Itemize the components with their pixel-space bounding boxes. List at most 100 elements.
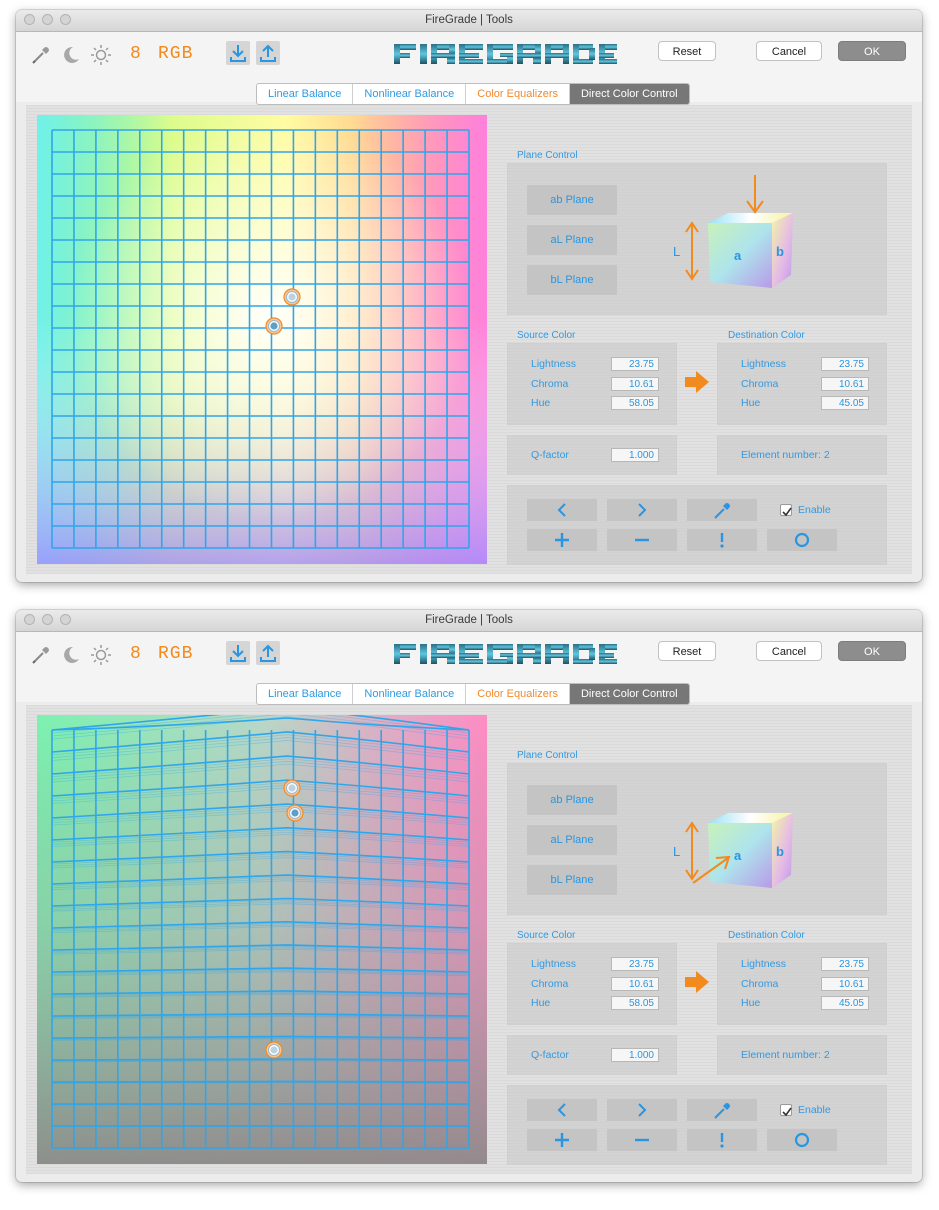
al-plane-button[interactable]: aL Plane (527, 825, 617, 855)
previous-button[interactable] (527, 1099, 597, 1121)
destination-lightness-field[interactable]: 23.75 (821, 357, 869, 371)
tab-direct-color-control[interactable]: Direct Color Control (569, 84, 689, 104)
color-model-label[interactable]: RGB (158, 44, 193, 64)
reset-element-button[interactable] (767, 1129, 837, 1151)
source-chroma-field[interactable]: 10.61 (611, 377, 659, 391)
next-button[interactable] (607, 499, 677, 521)
exclamation-button[interactable] (687, 529, 757, 551)
lab-cube-icon[interactable]: L a b (668, 170, 808, 300)
cube-l-label: L (673, 244, 680, 259)
pick-color-button[interactable] (687, 499, 757, 521)
tab-color-equalizers[interactable]: Color Equalizers (466, 84, 570, 104)
q-factor-field[interactable]: 1.000 (611, 448, 659, 462)
tab-linear-balance[interactable]: Linear Balance (257, 684, 354, 704)
ab-plane-button[interactable]: ab Plane (527, 185, 617, 215)
destination-hue-label: Hue (741, 997, 761, 1009)
tab-nonlinear-balance[interactable]: Nonlinear Balance (353, 84, 467, 104)
destination-lightness-field[interactable]: 23.75 (821, 957, 869, 971)
plane-control-panel: ab Plane aL Plane bL Plane L a b (507, 163, 887, 315)
pick-color-button[interactable] (687, 1099, 757, 1121)
source-lightness-field[interactable]: 23.75 (611, 957, 659, 971)
ok-button[interactable]: OK (838, 641, 906, 661)
previous-button[interactable] (527, 499, 597, 521)
q-factor-label: Q-factor (531, 1049, 569, 1061)
al-plane-button[interactable]: aL Plane (527, 225, 617, 255)
destination-lightness-label: Lightness (741, 958, 786, 970)
ok-button[interactable]: OK (838, 41, 906, 61)
import-icon (230, 45, 246, 62)
control-point[interactable] (283, 779, 301, 797)
export-icon (260, 644, 276, 662)
destination-lightness-label: Lightness (741, 358, 786, 370)
right-panel: Plane Control ab Plane aL Plane bL Plane (496, 705, 912, 1174)
source-color-panel: Lightness 23.75 Chroma 10.61 Hue 58.05 (507, 343, 677, 425)
plane-control-panel: ab Plane aL Plane bL Plane L a b (507, 763, 887, 915)
firegrade-logo (394, 644, 617, 664)
moon-icon[interactable] (60, 644, 82, 666)
bit-depth-label[interactable]: 8 (130, 44, 142, 64)
source-hue-label: Hue (531, 997, 551, 1009)
reset-element-button[interactable] (767, 529, 837, 551)
eyedropper-icon (714, 503, 730, 519)
eyedropper-icon[interactable] (30, 44, 52, 66)
tab-color-equalizers[interactable]: Color Equalizers (466, 684, 570, 704)
circle-icon (794, 1132, 810, 1148)
controls-panel: Enable (507, 485, 887, 565)
control-point[interactable] (265, 317, 283, 335)
tab-linear-balance[interactable]: Linear Balance (257, 84, 354, 104)
remove-element-button[interactable] (607, 1129, 677, 1151)
sun-icon[interactable] (90, 644, 112, 666)
control-point[interactable] (265, 1041, 283, 1059)
remove-element-button[interactable] (607, 529, 677, 551)
eyedropper-icon[interactable] (30, 644, 52, 666)
next-button[interactable] (607, 1099, 677, 1121)
source-lightness-field[interactable]: 23.75 (611, 357, 659, 371)
bit-depth-label[interactable]: 8 (130, 644, 142, 664)
import-button[interactable] (226, 41, 250, 65)
enable-checkbox[interactable] (780, 504, 792, 517)
q-factor-panel: Q-factor 1.000 (507, 435, 677, 475)
destination-chroma-field[interactable]: 10.61 (821, 377, 869, 391)
source-hue-field[interactable]: 58.05 (611, 396, 659, 410)
color-grid-plot[interactable] (37, 115, 487, 564)
reset-button[interactable]: Reset (658, 641, 716, 661)
import-button[interactable] (226, 641, 250, 665)
import-icon (230, 645, 246, 662)
color-model-label[interactable]: RGB (158, 644, 193, 664)
destination-hue-field[interactable]: 45.05 (821, 396, 869, 410)
minus-icon (635, 538, 649, 542)
bl-plane-button[interactable]: bL Plane (527, 865, 617, 895)
export-button[interactable] (256, 41, 280, 65)
source-chroma-field[interactable]: 10.61 (611, 977, 659, 991)
tab-direct-color-control[interactable]: Direct Color Control (569, 684, 689, 704)
sun-icon[interactable] (90, 44, 112, 66)
exclamation-button[interactable] (687, 1129, 757, 1151)
cancel-button[interactable]: Cancel (756, 641, 822, 661)
content-area: Plane Control ab Plane aL Plane bL Plane (26, 705, 912, 1174)
cancel-button[interactable]: Cancel (756, 41, 822, 61)
source-hue-field[interactable]: 58.05 (611, 996, 659, 1010)
ab-plane-button[interactable]: ab Plane (527, 785, 617, 815)
q-factor-field[interactable]: 1.000 (611, 1048, 659, 1062)
lab-cube-icon[interactable]: L a b (668, 770, 808, 900)
control-point[interactable] (283, 288, 301, 306)
export-button[interactable] (256, 641, 280, 665)
enable-label[interactable]: Enable (798, 504, 831, 516)
add-element-button[interactable] (527, 1129, 597, 1151)
cube-a-label: a (734, 848, 742, 863)
add-element-button[interactable] (527, 529, 597, 551)
bl-plane-button[interactable]: bL Plane (527, 265, 617, 295)
reset-button[interactable]: Reset (658, 41, 716, 61)
control-point[interactable] (286, 804, 304, 822)
color-grid-plot[interactable] (37, 715, 487, 1164)
element-number-label: Element number: 2 (741, 1049, 830, 1061)
destination-hue-field[interactable]: 45.05 (821, 996, 869, 1010)
chevron-left-icon (557, 1103, 566, 1117)
tab-nonlinear-balance[interactable]: Nonlinear Balance (353, 684, 467, 704)
destination-chroma-field[interactable]: 10.61 (821, 977, 869, 991)
source-chroma-label: Chroma (531, 978, 569, 990)
moon-icon[interactable] (60, 44, 82, 66)
enable-checkbox[interactable] (780, 1104, 792, 1117)
enable-label[interactable]: Enable (798, 1104, 831, 1116)
title-bar: FireGrade | Tools (16, 610, 922, 632)
